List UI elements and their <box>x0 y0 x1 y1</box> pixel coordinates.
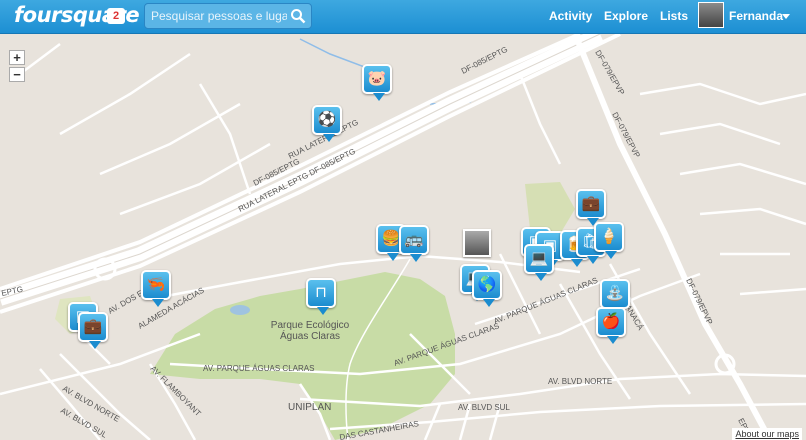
friend-avatar[interactable] <box>463 229 491 257</box>
nav-lists[interactable]: Lists <box>660 9 688 23</box>
uniplan-label: UNIPLAN <box>288 402 332 413</box>
zoom-out-button[interactable]: − <box>9 67 25 82</box>
bus-icon: 🚌 <box>404 231 424 248</box>
venue-pin[interactable]: 🍎 <box>596 307 626 344</box>
road-label: AV. PARQUE ÁGUAS CLARAS <box>203 364 314 373</box>
ice-cream-icon: 🍦 <box>599 228 619 245</box>
search-icon[interactable] <box>290 8 306 24</box>
laptop-icon: 💻 <box>529 250 549 267</box>
venue-pin[interactable]: 🍦 <box>594 222 624 259</box>
piggy-bank-icon: 🐷 <box>367 70 387 87</box>
road-label: AV. BLVD SUL <box>458 403 510 412</box>
road-label: DF-079/EPVP <box>684 277 714 326</box>
user-name[interactable]: Fernanda <box>729 9 783 23</box>
park-label-line2: Águas Claras <box>279 331 341 342</box>
venue-pin[interactable]: ⚽ <box>312 105 342 142</box>
notification-badge[interactable]: 2 <box>107 8 125 24</box>
venue-pin[interactable]: 💼 <box>576 189 606 226</box>
map-canvas[interactable]: DF-085/EPTG RUA LATERAL EPTG DF-085/EPTG… <box>0 34 806 440</box>
road-label: AV. DOS E <box>107 289 145 316</box>
venue-pin[interactable]: 🌎 <box>472 270 502 307</box>
shrimp-icon: 🦐 <box>146 276 166 293</box>
chevron-down-icon[interactable] <box>782 14 790 19</box>
avatar[interactable] <box>698 2 724 28</box>
apple-icon: 🍎 <box>601 313 621 330</box>
venue-pin[interactable]: 🦐 <box>141 270 171 307</box>
venue-pin[interactable]: 💼 <box>78 312 108 349</box>
zoom-in-button[interactable]: + <box>9 50 25 65</box>
venue-pin[interactable]: ⊓ <box>306 278 336 315</box>
suitcase-icon: 💼 <box>83 318 103 335</box>
venue-pin[interactable]: 💻 <box>524 244 554 281</box>
soccer-ball-icon: ⚽ <box>317 111 337 128</box>
road-label: AV. BLVD NORTE <box>548 377 612 386</box>
search-input[interactable] <box>151 7 287 25</box>
venue-pin[interactable]: ⛲ <box>600 279 630 316</box>
nav-explore[interactable]: Explore <box>604 9 648 23</box>
nav-activity[interactable]: Activity <box>549 9 592 23</box>
top-bar: foursquare 2 Activity Explore Lists Fern… <box>0 0 806 34</box>
park-label-line1: Parque Ecológico <box>270 320 350 331</box>
about-maps-link[interactable]: About our maps <box>732 428 802 440</box>
venue-pin[interactable]: 🐷 <box>362 64 392 101</box>
search-box <box>144 3 312 29</box>
venue-pin[interactable]: 🚌 <box>399 225 429 262</box>
road-label: AV. PARQUE ÁGUAS CLARAS <box>492 276 599 326</box>
suitcase-icon: 💼 <box>581 195 601 212</box>
park-label: Parque Ecológico Águas Claras <box>265 320 355 342</box>
fountain-icon: ⛲ <box>605 285 625 302</box>
bench-icon: ⊓ <box>315 284 327 301</box>
south-america-icon: 🌎 <box>477 276 497 293</box>
